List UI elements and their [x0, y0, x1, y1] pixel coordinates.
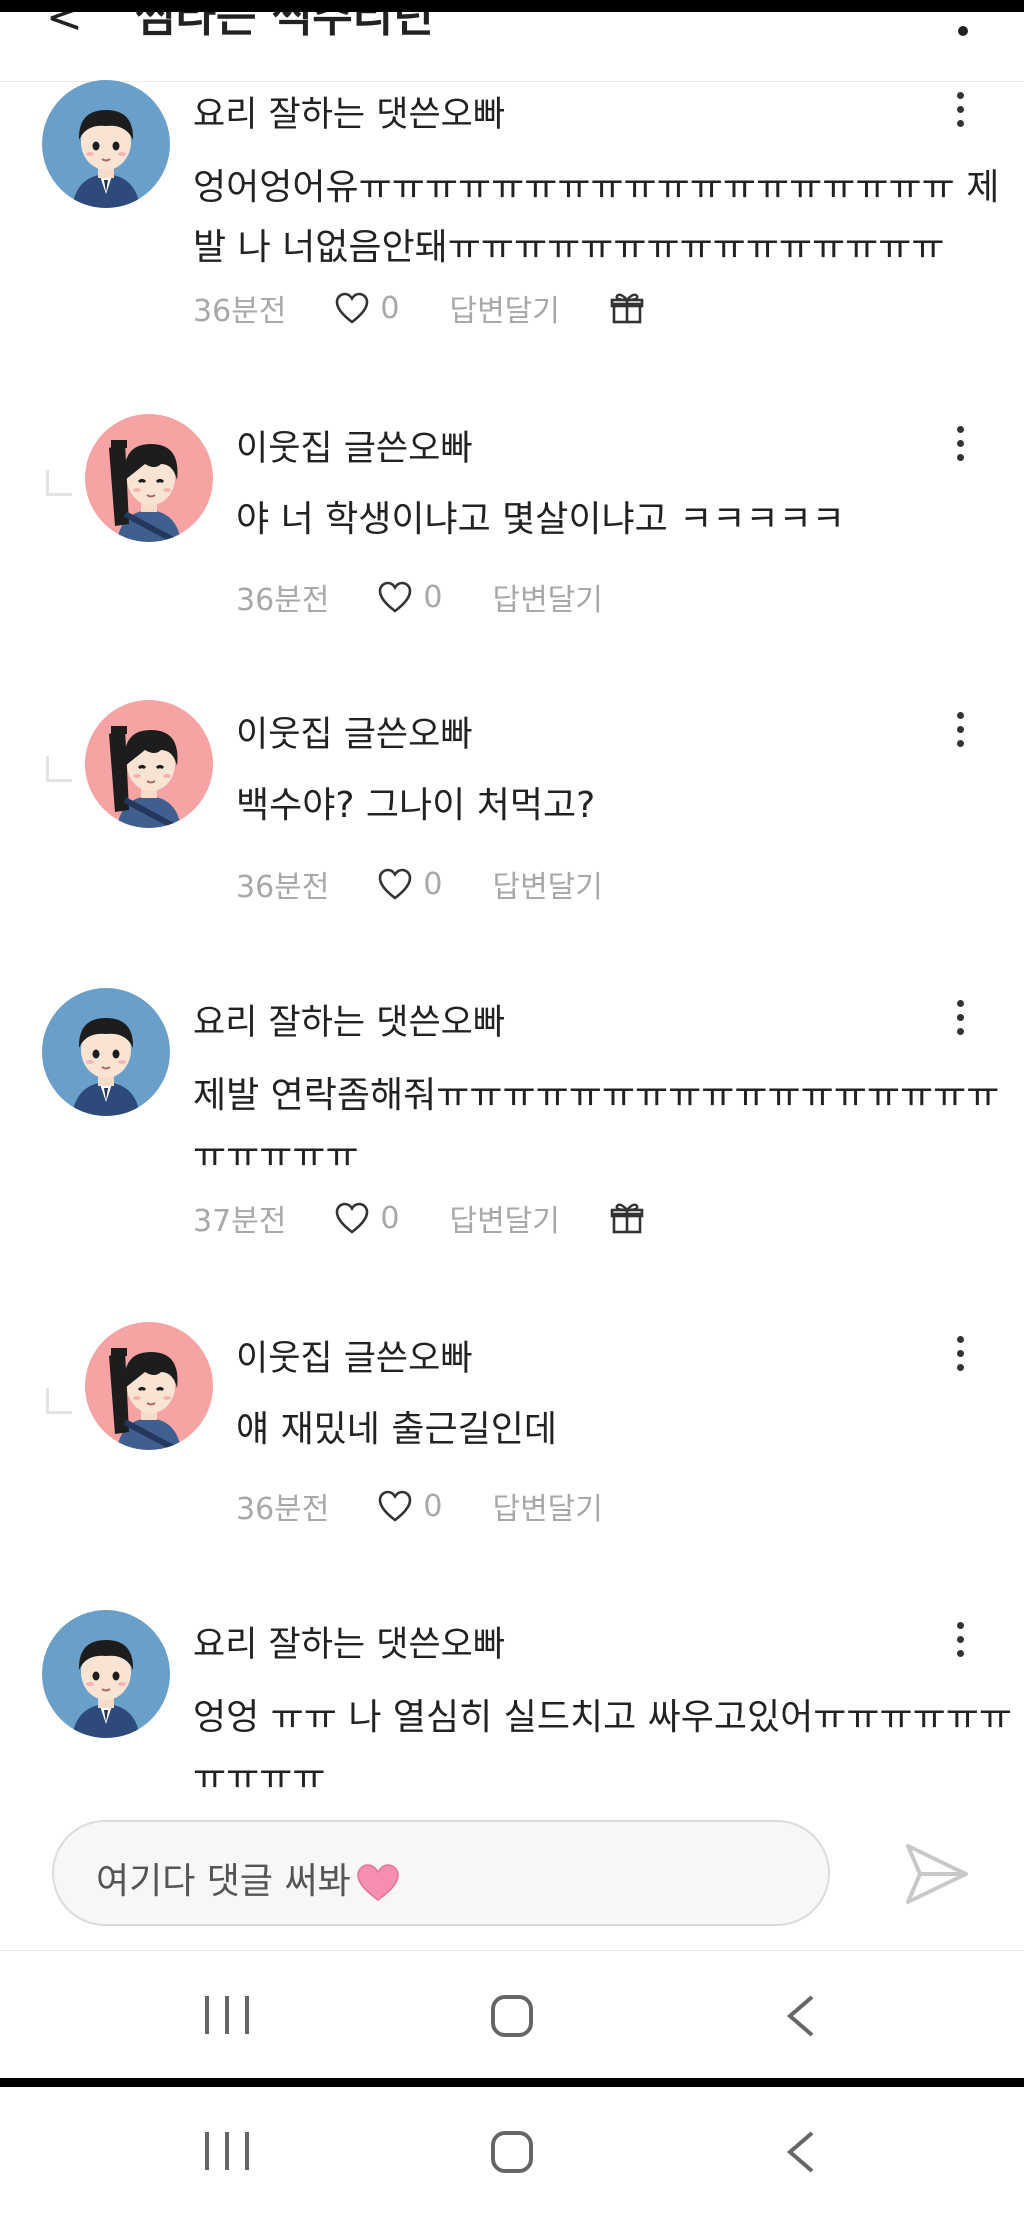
comment-author[interactable]: 요리 잘하는 댓쓴오빠: [193, 994, 505, 1045]
comment-input[interactable]: 여기다 댓글 써봐: [52, 1820, 830, 1926]
comment-time: 37분전: [193, 1204, 287, 1239]
comment-meta: 36분전 0 답변달기: [193, 286, 644, 330]
reply-indent-icon: [46, 470, 72, 496]
home-icon[interactable]: [491, 1995, 533, 2037]
avatar[interactable]: [42, 80, 170, 208]
gift-icon[interactable]: [610, 1201, 644, 1235]
system-navbar: [0, 2087, 1024, 2219]
comment-text: 엉엉 ㅠㅠ 나 열심히 실드치고 싸우고있어ㅠㅠㅠㅠㅠㅠㅠㅠㅠㅠ: [193, 1697, 1012, 1798]
comment-time: 36분전: [236, 583, 330, 618]
back-icon[interactable]: [780, 1991, 820, 2041]
comment-text: 엉어엉어유ㅠㅠㅠㅠㅠㅠㅠㅠㅠㅠㅠㅠㅠㅠㅠㅠㅠㅠ 제발 나 너없음안돼ㅠㅠㅠㅠㅠㅠ…: [193, 167, 1000, 268]
comment-meta: 36분전 0 답변달기: [236, 575, 653, 619]
comment-text: 제발 연락좀해줘ㅠㅠㅠㅠㅠㅠㅠㅠㅠㅠㅠㅠㅠㅠㅠㅠㅠㅠㅠㅠㅠㅠ: [193, 1075, 1000, 1176]
reply-button[interactable]: 답변달기: [492, 1484, 602, 1528]
avatar[interactable]: [85, 1322, 213, 1450]
comment-meta: 36분전 0 답변달기: [236, 1484, 653, 1528]
comment-author[interactable]: 이웃집 글쓴오빠: [236, 420, 473, 471]
reply-button[interactable]: 답변달기: [492, 862, 602, 906]
like-button[interactable]: 0: [377, 867, 442, 902]
like-count: 0: [423, 866, 443, 902]
avatar[interactable]: [85, 414, 213, 542]
comment-time: 36분전: [236, 870, 330, 905]
back-arrow-icon[interactable]: <: [46, 12, 83, 43]
comment-input-bar: 여기다 댓글 써봐: [0, 1800, 1024, 1950]
like-button[interactable]: 0: [377, 1489, 442, 1524]
back-icon[interactable]: [780, 2127, 820, 2177]
heart-icon: [377, 1489, 413, 1523]
more-options-icon[interactable]: [940, 84, 980, 134]
page-title: 썸타는 썩주리던: [135, 12, 434, 42]
reply-button[interactable]: 답변달기: [449, 1196, 559, 1240]
comment-time: 36분전: [236, 1492, 330, 1527]
top-bar: < 썸타는 썩주리던: [0, 12, 1024, 82]
comment-author[interactable]: 요리 잘하는 댓쓴오빠: [193, 1616, 505, 1667]
heart-icon: [377, 580, 413, 614]
heart-icon: [334, 291, 370, 325]
recent-apps-icon[interactable]: [205, 1996, 249, 2034]
reply-button[interactable]: 답변달기: [492, 575, 602, 619]
avatar[interactable]: [42, 988, 170, 1116]
comment-time: 36분전: [193, 294, 287, 329]
comment-author[interactable]: 이웃집 글쓴오빠: [236, 706, 473, 757]
heart-icon: [334, 1201, 370, 1235]
like-button[interactable]: 0: [377, 580, 442, 615]
send-arrow-icon[interactable]: [900, 1838, 972, 1910]
heart-icon: [377, 867, 413, 901]
comment-meta: 36분전 0 답변달기: [236, 862, 653, 906]
reply-indent-icon: [46, 756, 72, 782]
like-button[interactable]: 0: [334, 1201, 399, 1236]
recent-apps-icon[interactable]: [205, 2132, 249, 2170]
more-dot-icon[interactable]: [958, 26, 968, 36]
comment-text: 백수야? 그나이 처먹고?: [236, 785, 596, 826]
pink-heart-icon: [356, 1864, 399, 1901]
like-count: 0: [380, 290, 400, 326]
comment-text: 야 너 학생이냐고 몇살이냐고 ㅋㅋㅋㅋㅋ: [236, 499, 845, 540]
comment-author[interactable]: 요리 잘하는 댓쓴오빠: [193, 86, 505, 137]
system-navbar: [0, 1950, 1024, 2082]
comment-meta: 37분전 0 답변달기: [193, 1196, 644, 1240]
more-options-icon[interactable]: [940, 1328, 980, 1378]
status-bar-edge: [0, 0, 1024, 12]
reply-indent-icon: [46, 1388, 72, 1414]
more-options-icon[interactable]: [940, 704, 980, 754]
home-icon[interactable]: [491, 2131, 533, 2173]
more-options-icon[interactable]: [940, 992, 980, 1042]
comment-input-placeholder: 여기다 댓글 써봐: [96, 1852, 401, 1904]
avatar[interactable]: [42, 1610, 170, 1738]
reply-button[interactable]: 답변달기: [449, 286, 559, 330]
more-options-icon[interactable]: [940, 1614, 980, 1664]
comment-text: 얘 재밌네 출근길인데: [236, 1409, 557, 1450]
more-options-icon[interactable]: [940, 418, 980, 468]
like-button[interactable]: 0: [334, 291, 399, 326]
avatar[interactable]: [85, 700, 213, 828]
like-count: 0: [423, 1488, 443, 1524]
comment-author[interactable]: 이웃집 글쓴오빠: [236, 1330, 473, 1381]
like-count: 0: [423, 579, 443, 615]
gift-icon[interactable]: [610, 291, 644, 325]
like-count: 0: [380, 1200, 400, 1236]
